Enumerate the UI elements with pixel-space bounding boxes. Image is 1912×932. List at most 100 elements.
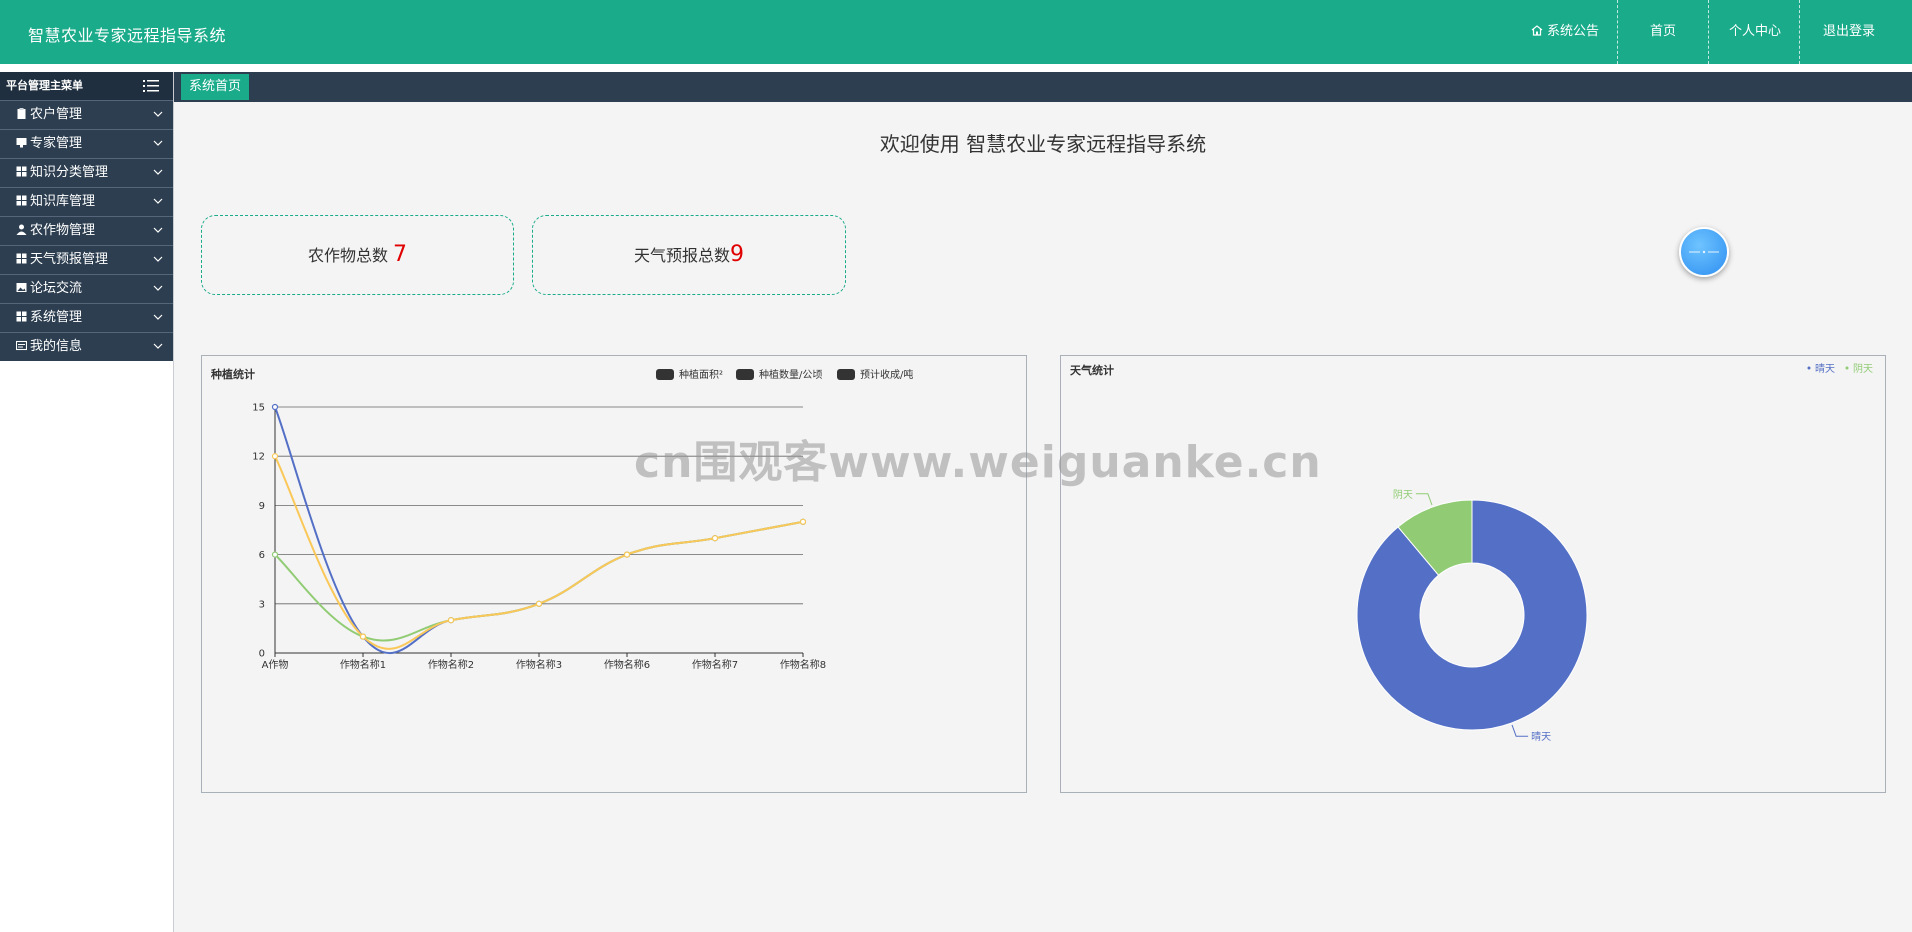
legend-label: 种植数量/公顷 — [759, 368, 822, 381]
user-icon — [16, 224, 27, 235]
menu-toggle-icon[interactable] — [143, 79, 159, 93]
sidebar-item-label: 论坛交流 — [30, 281, 83, 296]
weather-chart-panel: 晴天 阴天 晴天 阴天 天气统计 — [1060, 355, 1886, 793]
y-tick-label: 6 — [259, 550, 265, 561]
legend-swatch — [837, 369, 855, 380]
data-point — [711, 535, 719, 542]
planting-line-chart: 0 3 6 9 12 15 A作物 作物名称1 作物名称2 作物名称3 作物名称6 作物名称7 作物名称… — [252, 368, 913, 671]
sidebar-item-experts[interactable]: 专家管理 — [0, 129, 173, 158]
stat-value: 9 — [730, 242, 744, 267]
sidebar-title: 平台管理主菜单 — [6, 79, 83, 92]
y-tick-label: 0 — [259, 649, 265, 660]
main-content: 欢迎使用 智慧农业专家远程指导系统 农作物总数 7 天气预报总数9 0 3 6 9 12… — [174, 102, 1912, 932]
chevron-down-icon — [153, 256, 163, 262]
chart-title: 天气统计 — [1070, 364, 1114, 377]
watermark: cn围观客www.weiguanke.cn — [634, 437, 1322, 488]
data-point — [359, 633, 367, 640]
sidebar-item-my-info[interactable]: 我的信息 — [0, 332, 173, 361]
app-title: 智慧农业专家远程指导系统 — [28, 26, 227, 45]
sidebar-header: 平台管理主菜单 — [0, 72, 173, 100]
x-tick-label: 作物名称1 — [340, 658, 386, 671]
legend-swatch — [656, 369, 674, 380]
stat-label: 农作物总数 — [307, 246, 388, 265]
chevron-down-icon — [153, 314, 163, 320]
sidebar-item-label: 系统管理 — [30, 310, 83, 325]
sidebar-item-label: 农作物管理 — [30, 223, 96, 238]
data-point — [271, 453, 279, 460]
sidebar-item-label: 农户管理 — [30, 107, 83, 122]
chevron-down-icon — [153, 140, 163, 146]
welcome-title: 欢迎使用 智慧农业专家远程指导系统 — [879, 132, 1207, 156]
data-point — [271, 403, 279, 411]
x-tick-label: A作物 — [262, 658, 289, 671]
grid-icon — [16, 166, 27, 177]
sidebar-item-farmers[interactable]: 农户管理 — [0, 100, 173, 129]
stat-value: 7 — [393, 242, 408, 267]
legend-label: 预计收成/吨 — [860, 368, 913, 381]
legend-label: 晴天 — [1815, 362, 1835, 375]
pie-leader-line — [1511, 724, 1529, 737]
y-tick-label: 9 — [259, 501, 265, 512]
legend-label: 种植面积² — [679, 368, 723, 381]
x-tick-label: 作物名称7 — [692, 658, 738, 671]
weather-pie-chart: 晴天阴天晴天 阴天 — [1356, 362, 1873, 743]
y-tick-label: 15 — [252, 403, 265, 414]
x-tick-label: 作物名称6 — [604, 658, 650, 671]
pie-label: 晴天 — [1531, 730, 1551, 743]
nav-logout[interactable]: 退出登录 — [1799, 0, 1912, 64]
legend-label: 阴天 — [1853, 363, 1873, 375]
nav-home[interactable]: 首页 — [1617, 0, 1708, 64]
chevron-down-icon — [153, 169, 163, 175]
stat-label: 天气预报总数 — [633, 246, 730, 265]
legend-swatch — [1845, 366, 1849, 370]
dots-icon — [1689, 250, 1719, 254]
stat-card-weather: 天气预报总数9 — [532, 215, 846, 295]
data-point — [271, 551, 279, 558]
stat-card-crops: 农作物总数 7 — [201, 215, 514, 295]
chevron-down-icon — [153, 227, 163, 233]
sidebar-item-crops[interactable]: 农作物管理 — [0, 216, 173, 245]
chevron-down-icon — [153, 285, 163, 291]
grid-icon — [16, 195, 27, 206]
data-point — [799, 518, 807, 525]
card-icon — [16, 340, 27, 351]
nav-logout-label: 退出登录 — [1822, 24, 1875, 39]
chevron-down-icon — [153, 198, 163, 204]
legend-swatch — [1807, 366, 1811, 370]
top-nav: 系统公告 首页 个人中心 退出登录 — [1511, 0, 1912, 64]
top-header: 智慧农业专家远程指导系统 系统公告 首页 个人中心 退出登录 — [0, 0, 1912, 64]
sidebar-item-knowledge-base[interactable]: 知识库管理 — [0, 187, 173, 216]
header-gap — [0, 64, 1912, 72]
floating-action-button[interactable] — [1679, 227, 1729, 277]
nav-home-label: 首页 — [1649, 24, 1676, 39]
y-tick-label: 3 — [259, 599, 265, 610]
clipboard-icon — [17, 108, 26, 119]
sidebar-item-system[interactable]: 系统管理 — [0, 303, 173, 332]
planting-chart-panel: 0 3 6 9 12 15 A作物 作物名称1 作物名称2 作物名称3 作物名称6 作物名称7 作物名称… — [201, 355, 1027, 793]
pie-leader-line — [1415, 493, 1433, 506]
grid-icon — [16, 253, 27, 264]
monitor-icon — [16, 138, 27, 148]
nav-notice[interactable]: 系统公告 — [1511, 0, 1617, 64]
data-point — [535, 600, 543, 607]
nav-profile-label: 个人中心 — [1729, 24, 1782, 39]
tab-strip: 系统首页 — [174, 72, 1912, 102]
nav-notice-label: 系统公告 — [1546, 24, 1599, 39]
grid-icon — [16, 311, 27, 322]
sidebar-item-weather[interactable]: 天气预报管理 — [0, 245, 173, 274]
pie-label: 阴天 — [1393, 489, 1413, 501]
sidebar-item-label: 知识库管理 — [30, 194, 96, 209]
chevron-down-icon — [153, 111, 163, 117]
nav-profile[interactable]: 个人中心 — [1708, 0, 1799, 64]
sidebar-item-label: 我的信息 — [30, 339, 83, 354]
y-tick-label: 12 — [252, 452, 265, 463]
image-icon — [16, 283, 27, 292]
tab-home[interactable]: 系统首页 — [181, 74, 250, 100]
sidebar-item-label: 知识分类管理 — [30, 165, 109, 180]
legend-swatch — [736, 369, 754, 380]
sidebar-item-knowledge-category[interactable]: 知识分类管理 — [0, 158, 173, 187]
sidebar-item-label: 专家管理 — [30, 136, 83, 151]
chevron-down-icon — [153, 343, 163, 349]
sidebar-item-forum[interactable]: 论坛交流 — [0, 274, 173, 303]
home-icon — [1531, 25, 1543, 36]
